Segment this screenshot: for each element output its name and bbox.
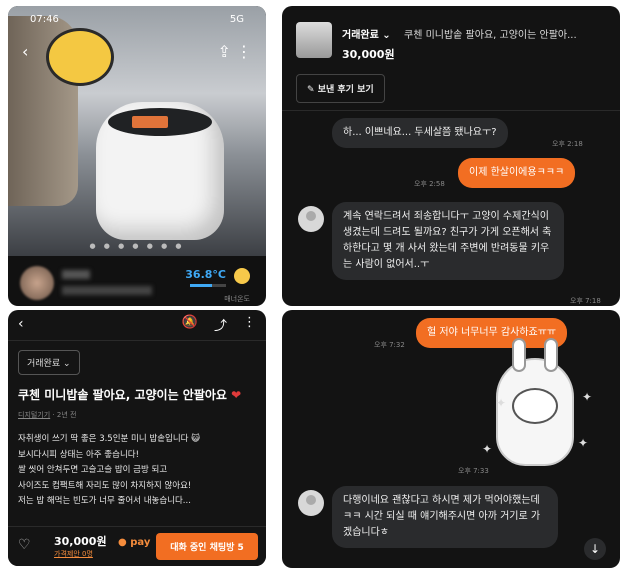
listing-price: 30,000원 xyxy=(54,535,107,548)
sparkle-icon: ✦ xyxy=(496,396,507,410)
message-time: 오후 2:58 xyxy=(414,180,445,188)
sparkle-icon: ✦ xyxy=(578,436,589,450)
share-icon[interactable]: ⇪ xyxy=(218,42,231,61)
mute-bell-icon[interactable]: 🔕 xyxy=(182,315,198,334)
listing-photo-panel: 07:46 5G ‹ ⇪ ⋮ ● ● ● ● ● ● ● 36.8°C 매너온도 xyxy=(8,6,266,306)
chat-status-dropdown[interactable]: 거래완료 ⌄ xyxy=(342,26,391,41)
scroll-down-button[interactable]: ↓ xyxy=(584,538,606,560)
desc-line: 저는 밥 해먹는 빈도가 너무 줄어서 내놓습니다... xyxy=(18,496,191,507)
more-icon[interactable]: ⋮ xyxy=(243,315,256,334)
divider xyxy=(8,340,266,341)
sparkle-icon: ✦ xyxy=(582,390,593,404)
more-icon[interactable]: ⋮ xyxy=(236,42,252,61)
back-icon[interactable]: ‹ xyxy=(18,316,24,332)
heart-emoji-icon: ❤ xyxy=(231,388,242,402)
seller-info[interactable]: 36.8°C 매너온도 xyxy=(20,264,254,304)
seller-name-blurred xyxy=(62,270,90,279)
chat-panel-bottom: 오후 7:32 헐 저야 너무너무 감사하죠ㅠㅠ ✦ ✦ ✦ ✦ 오후 7:33… xyxy=(282,310,620,568)
user-avatar[interactable] xyxy=(298,206,324,232)
phone-status-bar: 07:46 5G xyxy=(30,14,244,25)
status-dropdown[interactable]: 거래완료 ⌄ xyxy=(18,350,80,375)
bunny-sticker xyxy=(496,338,574,466)
pencil-icon: ✎ xyxy=(307,85,315,95)
photo-toolbar: ‹ ⇪ ⋮ xyxy=(22,42,252,61)
seller-avatar[interactable] xyxy=(20,266,54,300)
back-icon[interactable]: ‹ xyxy=(22,42,28,61)
sticker-face xyxy=(512,388,558,424)
share-icon[interactable]: ⤴ xyxy=(214,315,227,334)
user-avatar[interactable] xyxy=(298,490,324,516)
status-time: 07:46 xyxy=(30,14,59,25)
rice-cooker-image xyxy=(96,102,224,240)
sticker-ear xyxy=(544,338,558,372)
status-signal: 5G xyxy=(229,14,244,25)
cooker-display xyxy=(132,116,168,128)
chat-product-title: 쿠첸 미니밥솥 팔아요, 고양이는 안팔아... xyxy=(404,30,577,41)
message-time: 오후 7:18 xyxy=(570,297,601,305)
desc-line: 자취생이 쓰기 딱 좋은 3.5인분 미니 밥솥입니다 😺 xyxy=(18,434,201,444)
desc-line: 사이즈도 컴팩트해 자리도 많이 차지하지 않아요! xyxy=(18,480,192,491)
message-time: 오후 2:18 xyxy=(552,140,583,148)
divider xyxy=(282,110,620,111)
desc-line: 쌀 씻어 안쳐두면 고슬고슬 밥이 금방 되고 xyxy=(18,465,168,476)
photo-page-indicator: ● ● ● ● ● ● ● xyxy=(89,242,185,250)
manner-label[interactable]: 매너온도 xyxy=(224,294,250,304)
product-thumbnail[interactable] xyxy=(296,22,332,58)
smile-icon xyxy=(234,268,250,284)
listing-nav: ‹ 🔕 ⤴ ⋮ xyxy=(8,310,266,338)
posted-time: 2년 전 xyxy=(56,411,77,419)
message-in: 다행이네요 괜찮다고 하시면 제가 먹어야했는데ㅋㅋ 시간 되실 때 얘기해주시… xyxy=(332,486,558,548)
temperature-bar xyxy=(190,284,226,287)
price-offer-link[interactable]: 가격제안 0명 xyxy=(54,549,93,559)
pay-badge: ● pay xyxy=(118,537,151,548)
listing-detail-panel: ‹ 🔕 ⤴ ⋮ 거래완료 ⌄ 쿠첸 미니밥솥 팔아요, 고양이는 안팔아요 ❤ … xyxy=(8,310,266,566)
message-out: 이제 한살이에용ㅋㅋㅋ xyxy=(458,158,576,188)
sent-review-button[interactable]: ✎ 보낸 후기 보기 xyxy=(296,74,385,103)
message-time: 오후 7:32 xyxy=(374,341,405,349)
chat-product-price: 30,000원 xyxy=(342,48,395,61)
listing-description: 자취생이 쓰기 딱 좋은 3.5인분 미니 밥솥입니다 😺 보시다시피 상태는 … xyxy=(18,432,258,510)
message-in: 하... 이쁘네요... 두세살쯤 됐나요ㅜ? xyxy=(332,118,508,148)
message-time: 오후 7:33 xyxy=(458,467,489,475)
like-heart-icon[interactable]: ♡ xyxy=(18,537,31,553)
message-in: 계속 연락드려서 죄송합니다ㅜ 고양이 수제간식이 생겼는데 드려도 될까요? … xyxy=(332,202,564,280)
chat-panel-top: 거래완료 ⌄ 쿠첸 미니밥솥 팔아요, 고양이는 안팔아... 30,000원 … xyxy=(282,6,620,306)
listing-meta: 디지털기기 · 2년 전 xyxy=(18,411,77,419)
share-menu: ⇪ ⋮ xyxy=(218,42,253,61)
desc-line: 보시다시피 상태는 아주 좋습니다! xyxy=(18,449,139,460)
seller-location-blurred xyxy=(62,286,152,295)
purchase-bar: ♡ 30,000원 가격제안 0명 ● pay 대화 중인 채팅방 5 xyxy=(8,526,266,566)
chat-rooms-button[interactable]: 대화 중인 채팅방 5 xyxy=(156,533,258,560)
sticker-ear xyxy=(512,338,526,372)
manner-temperature: 36.8°C xyxy=(185,268,226,281)
arrow-down-icon: ↓ xyxy=(589,542,601,556)
sparkle-icon: ✦ xyxy=(482,442,493,456)
listing-title: 쿠첸 미니밥솥 팔아요, 고양이는 안팔아요 ❤ xyxy=(18,388,242,402)
category-link[interactable]: 디지털기기 xyxy=(18,411,50,419)
